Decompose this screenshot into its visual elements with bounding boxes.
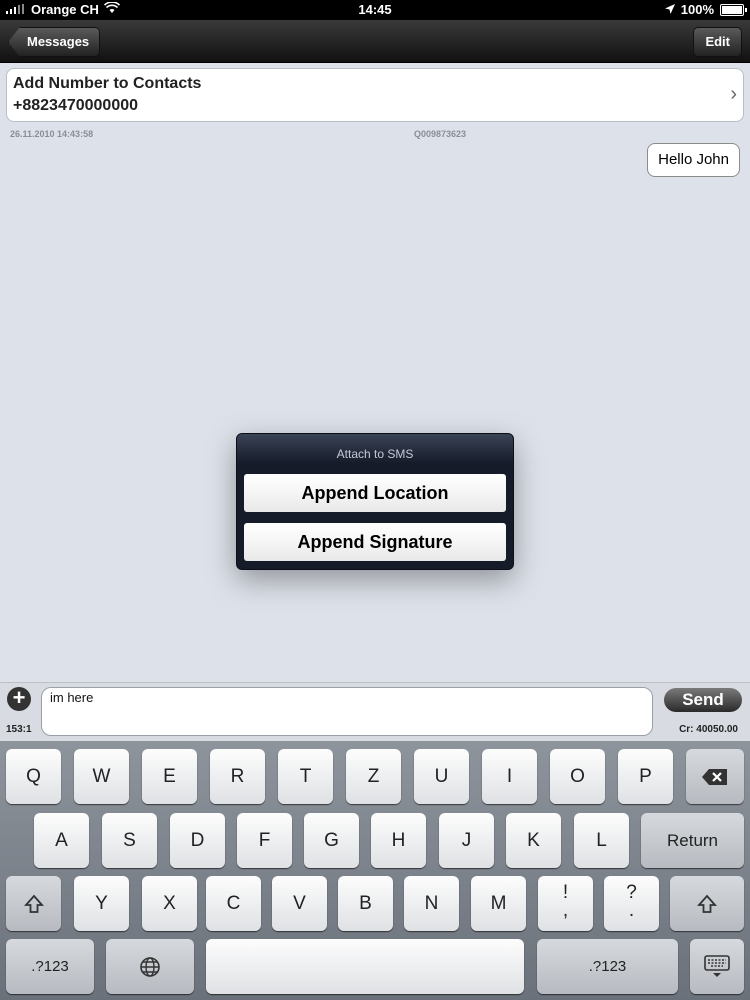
append-location-button[interactable]: Append Location (244, 474, 506, 512)
key-f[interactable]: F (237, 813, 292, 868)
key-d[interactable]: D (170, 813, 225, 868)
backspace-icon (702, 768, 727, 785)
back-button[interactable]: Messages (8, 27, 101, 57)
globe-key[interactable] (106, 939, 194, 994)
nav-bar: Messages Edit (0, 20, 750, 63)
numbers-key-right[interactable]: .?123 (537, 939, 678, 994)
keyboard: Q W E R T Z U I O P A S D F G H J K L Re… (0, 741, 750, 1000)
plus-icon[interactable]: + (7, 687, 31, 711)
status-bar: Orange CH 14:45 100% (0, 0, 750, 20)
key-question-period[interactable]: ? . (604, 876, 659, 931)
shift-icon (23, 894, 44, 913)
send-button[interactable]: Send (664, 688, 742, 712)
key-n[interactable]: N (404, 876, 459, 931)
keyboard-dismiss-icon (704, 955, 730, 977)
battery-icon (720, 3, 747, 16)
key-exclaim-comma[interactable]: ! , (538, 876, 593, 931)
key-o[interactable]: O (550, 749, 605, 804)
shift-right-key[interactable] (670, 876, 744, 931)
key-q[interactable]: Q (6, 749, 61, 804)
key-u[interactable]: U (414, 749, 469, 804)
key-x[interactable]: X (142, 876, 197, 931)
key-period-label: . (628, 900, 635, 921)
add-contact-label: Add Number to Contacts (13, 75, 202, 92)
composer-bar: + 153:1 im here Send Cr: 40050.00 (0, 682, 750, 741)
key-j[interactable]: J (439, 813, 494, 868)
key-s[interactable]: S (102, 813, 157, 868)
numbers-key-left[interactable]: .?123 (6, 939, 94, 994)
key-l[interactable]: L (574, 813, 629, 868)
add-contact-row[interactable]: Add Number to Contacts +8823470000000 › (6, 68, 744, 122)
message-id: Q009873623 (414, 129, 467, 139)
backspace-key[interactable] (686, 749, 744, 804)
key-w[interactable]: W (74, 749, 129, 804)
location-arrow-icon (664, 2, 675, 17)
battery-fill (722, 5, 742, 14)
chevron-right-icon: › (730, 83, 737, 105)
key-g[interactable]: G (304, 813, 359, 868)
message-input[interactable]: im here (41, 687, 653, 736)
hide-keyboard-key[interactable] (690, 939, 744, 994)
shift-left-key[interactable] (6, 876, 61, 931)
space-bar[interactable] (206, 939, 524, 994)
char-counter: 153:1 (6, 724, 32, 735)
key-e[interactable]: E (142, 749, 197, 804)
key-v[interactable]: V (272, 876, 327, 931)
key-z[interactable]: Z (346, 749, 401, 804)
key-c[interactable]: C (206, 876, 261, 931)
key-comma-label: , (562, 900, 569, 921)
credit-balance: Cr: 40050.00 (679, 724, 738, 735)
popover-title: Attach to SMS (336, 447, 414, 461)
key-r[interactable]: R (210, 749, 265, 804)
key-exclaim-label: ! (562, 882, 569, 903)
key-a[interactable]: A (34, 813, 89, 868)
key-question-label: ? (626, 882, 637, 903)
globe-icon (140, 957, 160, 977)
battery-percent: 100% (680, 2, 714, 17)
key-t[interactable]: T (278, 749, 333, 804)
key-b[interactable]: B (338, 876, 393, 931)
key-y[interactable]: Y (74, 876, 129, 931)
clock: 14:45 (358, 2, 392, 17)
shift-icon (696, 894, 718, 913)
append-signature-button[interactable]: Append Signature (244, 523, 506, 561)
phone-number: +8823470000000 (13, 97, 139, 114)
key-h[interactable]: H (371, 813, 426, 868)
attach-popover: Attach to SMS Append Location Append Sig… (236, 433, 514, 570)
message-bubble[interactable]: Hello John (647, 143, 740, 177)
return-key[interactable]: Return (641, 813, 744, 868)
edit-button[interactable]: Edit (693, 27, 742, 57)
key-i[interactable]: I (482, 749, 537, 804)
key-k[interactable]: K (506, 813, 561, 868)
key-m[interactable]: M (471, 876, 526, 931)
key-p[interactable]: P (618, 749, 673, 804)
message-timestamp: 26.11.2010 14:43:58 (10, 129, 94, 139)
